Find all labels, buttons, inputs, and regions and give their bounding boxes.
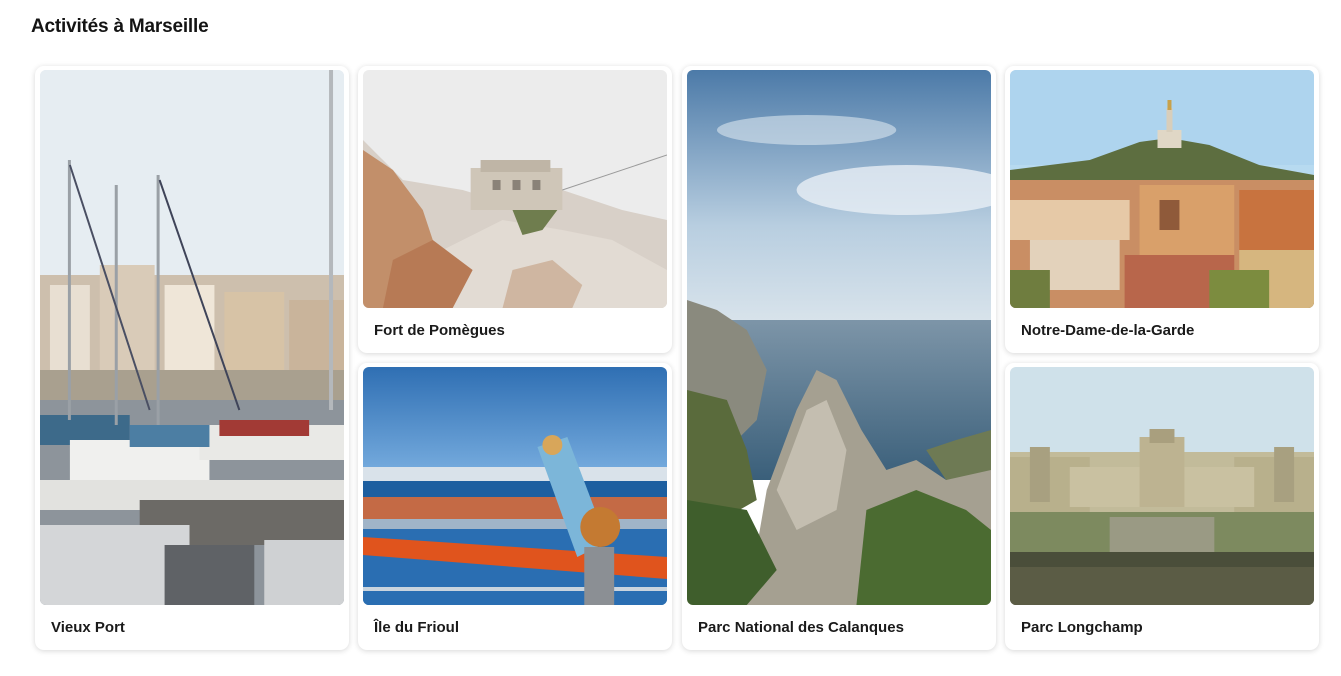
- activity-card-vieux-port[interactable]: Vieux Port: [35, 66, 349, 650]
- activity-label: Vieux Port: [51, 619, 125, 636]
- activity-card-fort-de-pomegues[interactable]: Fort de Pomègues: [358, 66, 672, 353]
- activity-label: Parc National des Calanques: [698, 619, 904, 636]
- activity-card-parc-national-des-calanques[interactable]: Parc National des Calanques: [682, 66, 996, 650]
- activity-label: Parc Longchamp: [1021, 619, 1143, 636]
- calanques-cliffs-photo: [687, 70, 991, 605]
- fort-on-rocks-photo: [363, 70, 667, 308]
- activity-label: Notre-Dame-de-la-Garde: [1021, 322, 1195, 339]
- activity-label: Fort de Pomègues: [374, 322, 505, 339]
- activity-card-parc-longchamp[interactable]: Parc Longchamp: [1005, 363, 1319, 650]
- palais-longchamp-photo: [1010, 367, 1314, 605]
- island-telescope-photo: [363, 367, 667, 605]
- activities-section: Activités à Marseille Vieux Port Fort de…: [0, 0, 1341, 676]
- activity-card-notre-dame-de-la-garde[interactable]: Notre-Dame-de-la-Garde: [1005, 66, 1319, 353]
- marina-sailboats-photo: [40, 70, 344, 605]
- activity-card-ile-du-frioul[interactable]: Île du Frioul: [358, 363, 672, 650]
- section-title: Activités à Marseille: [31, 16, 209, 37]
- activity-label: Île du Frioul: [374, 619, 459, 636]
- basilica-hill-photo: [1010, 70, 1314, 308]
